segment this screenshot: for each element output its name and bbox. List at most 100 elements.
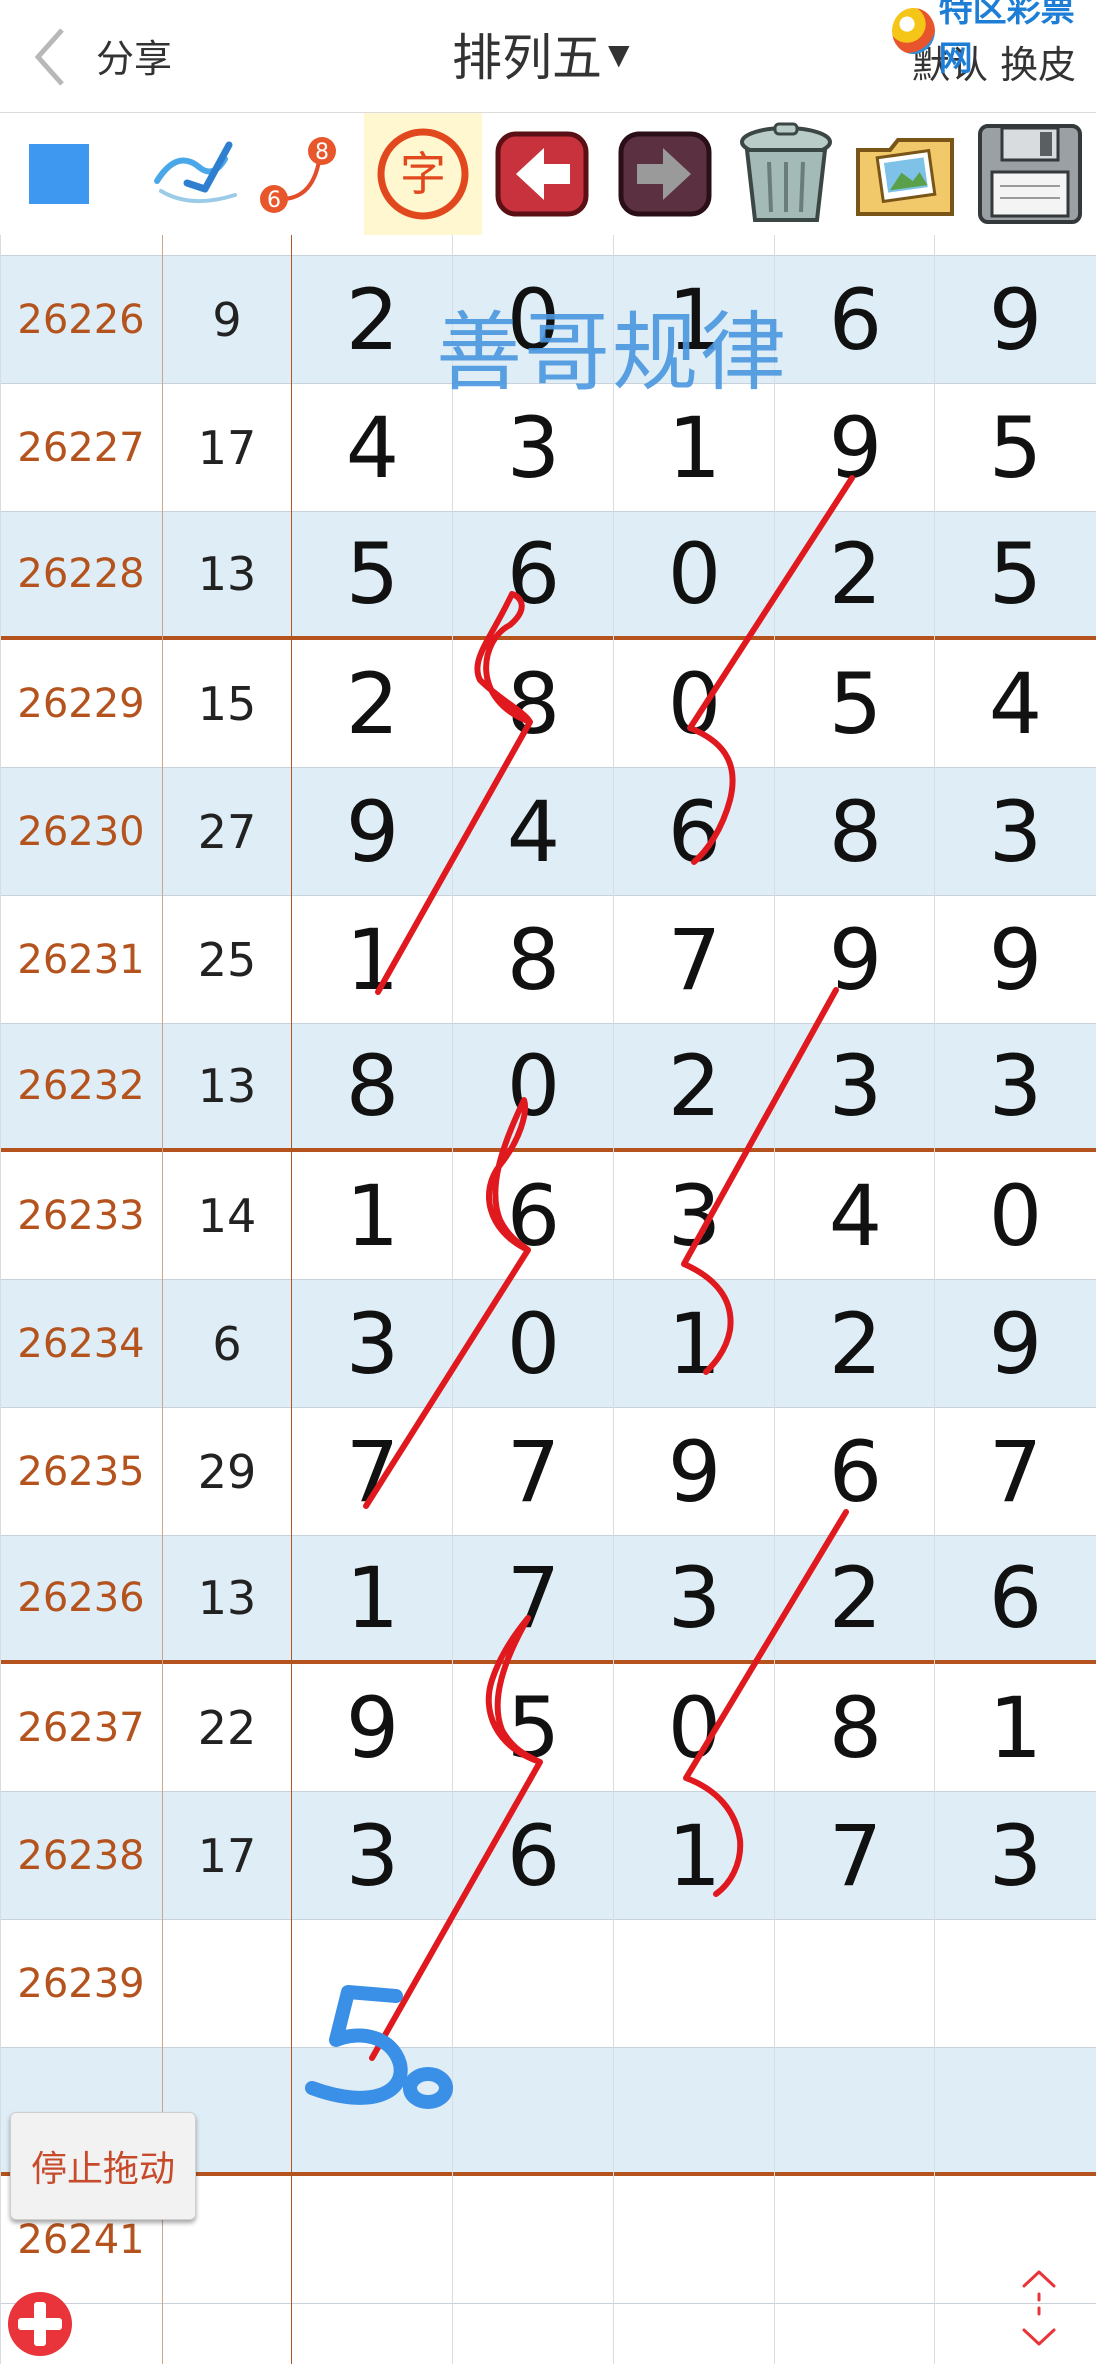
table-row: 26235 29 7 7 9 6 7 (0, 1408, 1096, 1536)
undo-button[interactable] (490, 113, 594, 235)
number-link-end: 8 (315, 140, 329, 165)
digit-cell: 1 (453, 235, 614, 255)
save-button[interactable] (968, 113, 1092, 235)
share-button[interactable]: 分享 (96, 28, 172, 83)
period-cell: 26239 (17, 1960, 145, 2007)
trash-icon (740, 122, 832, 222)
digit-cell: 6 (988, 1549, 1043, 1647)
drawing-toolbar: 6 8 字 (0, 113, 1096, 235)
sum-cell: 17 (197, 420, 257, 475)
add-icon[interactable] (4, 2288, 76, 2360)
digit-cell: 1 (667, 1806, 722, 1905)
save-icon (978, 124, 1082, 224)
redo-icon (618, 131, 712, 217)
watermark-text: 善哥规律 (436, 303, 788, 403)
sum-cell: 13 (197, 1059, 257, 1113)
table-row: 26231 25 1 8 7 9 9 (0, 896, 1096, 1024)
stop-drag-button[interactable]: 停止拖动 (10, 2112, 196, 2220)
period-cell: 26230 (17, 808, 145, 855)
digit-cell: 9 (345, 782, 400, 881)
color-swatch-button[interactable] (28, 113, 90, 235)
chevron-left-icon[interactable] (30, 22, 70, 92)
site-logo: 特区彩票网 (892, 0, 1096, 79)
table-row: 26237 22 9 5 0 8 1 (0, 1664, 1096, 1792)
column-divider (162, 235, 163, 2364)
pen-tool-button[interactable] (140, 113, 250, 235)
draw-chart-grid[interactable]: 26225 11 1 1 0 3 6 26226 9 2 0 1 6 9 262… (0, 235, 1096, 2364)
sum-cell: 13 (197, 1571, 257, 1625)
digit-cell: 1 (988, 1678, 1043, 1777)
period-cell: 26232 (17, 1063, 145, 1109)
digit-cell: 3 (828, 1037, 883, 1135)
undo-icon (495, 131, 589, 217)
digit-cell: 8 (506, 654, 561, 753)
lottery-type-selector[interactable]: 排列五 ▼ (452, 22, 630, 87)
digit-cell: 4 (506, 782, 561, 881)
text-icon: 字 (377, 128, 469, 220)
text-tool-char: 字 (400, 147, 446, 201)
digit-cell: 9 (667, 1422, 722, 1521)
color-swatch-icon (29, 144, 89, 204)
digit-cell: 3 (667, 1549, 722, 1647)
scroll-arrows-icon[interactable] (1016, 2264, 1062, 2352)
digit-cell: 7 (988, 1422, 1043, 1521)
digit-cell: 1 (345, 1166, 400, 1265)
period-cell: 26237 (17, 1704, 145, 1751)
table-row: 26229 15 2 8 0 5 4 (0, 640, 1096, 768)
period-cell: 26226 (17, 296, 145, 343)
digit-cell: 3 (345, 1806, 400, 1905)
text-tool-button[interactable]: 字 (364, 113, 482, 235)
digit-cell: 2 (828, 1549, 883, 1647)
clear-button[interactable] (726, 113, 846, 235)
sum-cell: 29 (197, 1444, 257, 1499)
column-divider (291, 235, 292, 2364)
digit-cell: 6 (667, 782, 722, 881)
sum-cell: 17 (197, 1828, 257, 1883)
image-button[interactable] (846, 113, 964, 235)
digit-cell: 5 (988, 398, 1043, 497)
sum-cell (162, 1920, 292, 2047)
digit-cell: 5 (506, 1678, 561, 1777)
digit-cell: 3 (988, 1037, 1043, 1135)
redo-button[interactable] (612, 113, 718, 235)
digit-cell: 2 (828, 1294, 883, 1393)
table-row: 26225 11 1 1 0 3 6 (0, 235, 1096, 256)
digit-cell: 1 (667, 1294, 722, 1393)
digit-cell: 0 (506, 1037, 561, 1135)
digit-cell: 0 (667, 1678, 722, 1777)
table-row: 26234 6 3 0 1 2 9 (0, 1280, 1096, 1408)
digit-cell: 0 (506, 1294, 561, 1393)
column-divider (452, 235, 453, 2364)
period-cell: 26236 (17, 1575, 145, 1621)
digit-cell: 0 (667, 654, 722, 753)
digit-cell: 6 (506, 1166, 561, 1265)
table-row: 26232 13 8 0 2 3 3 (0, 1024, 1096, 1152)
number-link-button[interactable]: 6 8 (254, 113, 344, 235)
sum-cell: 6 (212, 1316, 242, 1371)
sum-cell: 11 (162, 235, 292, 255)
app-header: 分享 排列五 ▼ 默认 换皮 特区彩票网 (0, 0, 1096, 113)
digit-cell: 7 (828, 1806, 883, 1905)
period-cell: 26228 (17, 551, 145, 597)
digit-cell: 7 (345, 1422, 400, 1521)
digit-cell: 1 (292, 235, 453, 255)
digit-cell: 7 (506, 1422, 561, 1521)
sum-cell: 9 (212, 292, 242, 347)
period-cell: 26225 (0, 235, 162, 255)
digit-cell: 9 (988, 1294, 1043, 1393)
digit-cell: 9 (828, 910, 883, 1009)
digit-cell: 8 (506, 910, 561, 1009)
period-cell: 26233 (17, 1192, 145, 1239)
table-row: 26238 17 3 6 1 7 3 (0, 1792, 1096, 1920)
digit-cell: 2 (345, 654, 400, 753)
digit-cell: 6 (506, 525, 561, 623)
digit-cell: 2 (345, 270, 400, 369)
sum-cell: 14 (197, 1188, 257, 1243)
table-row: 26239 (0, 1920, 1096, 2048)
digit-cell: 6 (828, 1422, 883, 1521)
digit-cell: 2 (667, 1037, 722, 1135)
digit-cell: 3 (667, 1166, 722, 1265)
period-cell: 26229 (17, 680, 145, 727)
column-divider (613, 235, 614, 2364)
digit-cell: 8 (828, 782, 883, 881)
